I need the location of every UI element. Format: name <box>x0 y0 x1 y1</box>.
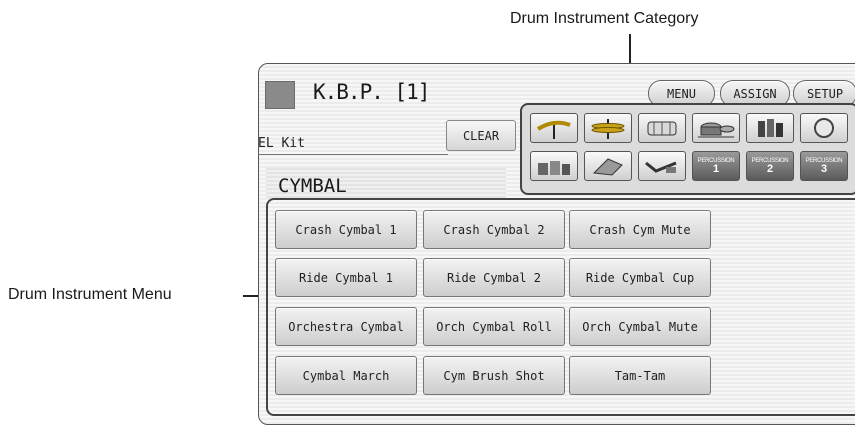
clear-button[interactable]: CLEAR <box>446 120 516 151</box>
tom-drum-icon <box>698 122 735 138</box>
kit-name-underline <box>258 154 448 155</box>
category-title: CYMBAL <box>278 175 347 197</box>
category-tom-button[interactable] <box>692 113 740 143</box>
instrument-button[interactable]: Cymbal March <box>275 356 417 395</box>
drum-category-panel: PERCUSSION 1 PERCUSSION 2 PERCUSSION 3 <box>520 103 855 195</box>
cymbal-icon <box>536 120 571 139</box>
category-cymbal-button[interactable] <box>530 113 578 143</box>
category-snare-button[interactable] <box>638 113 686 143</box>
instrument-button[interactable]: Crash Cymbal 1 <box>275 210 417 249</box>
latin-percussion-icon <box>758 119 783 137</box>
instrument-button[interactable]: Crash Cymbal 2 <box>423 210 565 249</box>
category-gong-button[interactable] <box>800 113 848 143</box>
ethnic-drum-icon <box>538 161 570 175</box>
category-hihat-button[interactable] <box>584 113 632 143</box>
category-whistle-button[interactable] <box>638 151 686 181</box>
instrument-button[interactable]: Ride Cymbal Cup <box>569 258 711 297</box>
category-callout-label: Drum Instrument Category <box>510 10 699 27</box>
page-title: K.B.P. [1] <box>313 80 430 104</box>
kit-name: EL Kit <box>258 136 305 151</box>
gong-icon <box>814 118 834 138</box>
instrument-button[interactable]: Tam-Tam <box>569 356 711 395</box>
category-ethnic-button[interactable] <box>530 151 578 181</box>
instrument-button[interactable]: Orchestra Cymbal <box>275 307 417 346</box>
instrument-button[interactable]: Orch Cymbal Roll <box>423 307 565 346</box>
instrument-button[interactable]: Crash Cym Mute <box>569 210 711 249</box>
category-percussion-2-button[interactable]: PERCUSSION 2 <box>746 151 794 181</box>
percussion-3-number: 3 <box>820 162 828 175</box>
category-percussion-3-button[interactable]: PERCUSSION 3 <box>800 151 848 181</box>
snare-drum-icon <box>647 121 677 136</box>
category-horn-button[interactable] <box>584 151 632 181</box>
horn-icon <box>592 158 623 176</box>
category-percussion-1-button[interactable]: PERCUSSION 1 <box>692 151 740 181</box>
percussion-1-number: 1 <box>712 162 720 175</box>
kbp-color-swatch <box>265 81 295 109</box>
menu-callout-label: Drum Instrument Menu <box>8 286 172 303</box>
whistle-icon <box>645 161 677 173</box>
percussion-2-number: 2 <box>766 162 774 175</box>
category-latin-button[interactable] <box>746 113 794 143</box>
instrument-button[interactable]: Orch Cymbal Mute <box>569 307 711 346</box>
hihat-icon <box>591 119 625 139</box>
instrument-button[interactable]: Ride Cymbal 1 <box>275 258 417 297</box>
instrument-button[interactable]: Ride Cymbal 2 <box>423 258 565 297</box>
instrument-button[interactable]: Cym Brush Shot <box>423 356 565 395</box>
